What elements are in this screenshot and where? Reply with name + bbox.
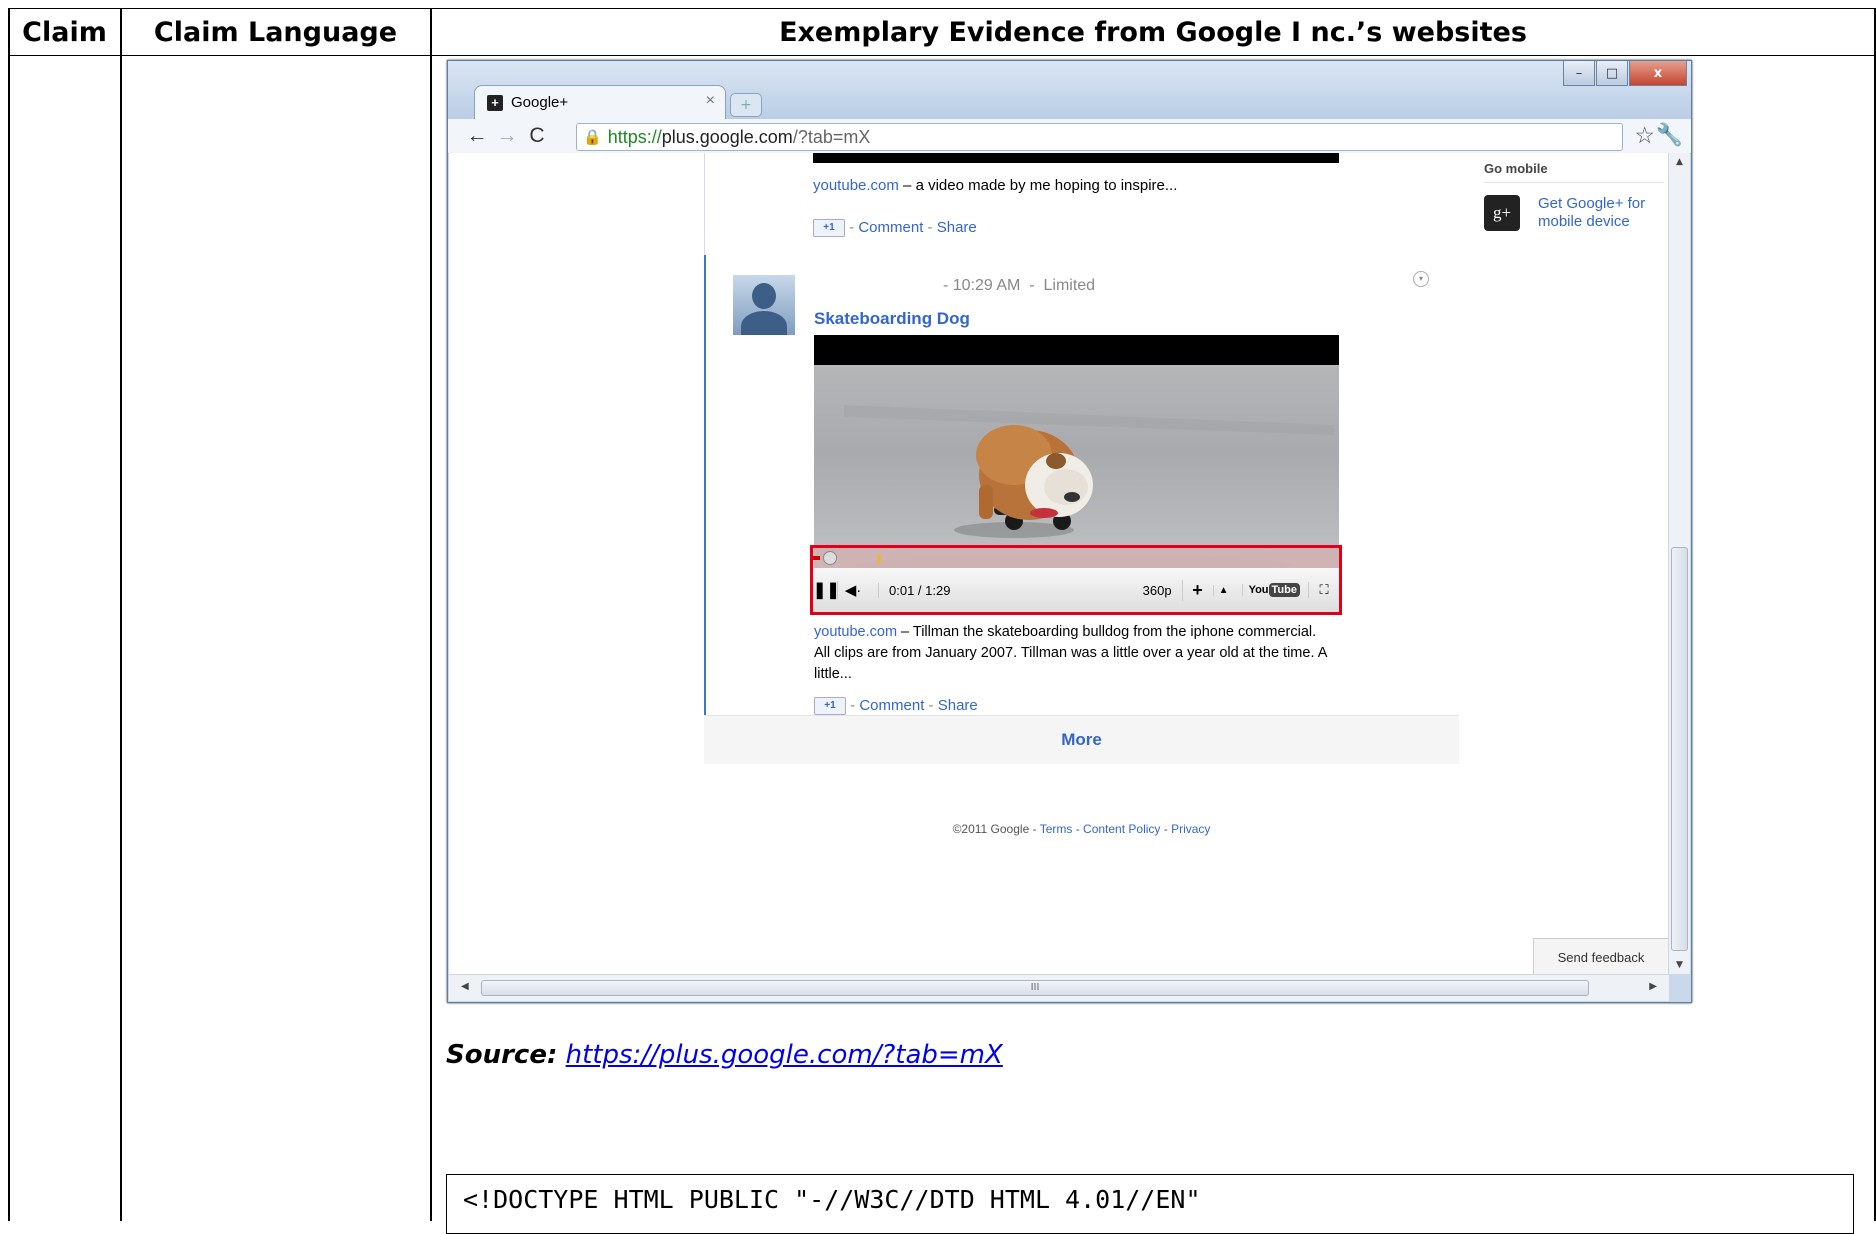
time-display: 0:01 / 1:29 — [878, 582, 950, 598]
post-actions: +1 - Comment - Share — [814, 697, 978, 716]
url-path: /?tab=mX — [792, 126, 871, 147]
post-source-link[interactable]: youtube.com — [814, 624, 897, 640]
minimize-button[interactable]: – — [1563, 61, 1595, 86]
post-comment-link[interactable]: Comment — [859, 697, 924, 714]
more-button[interactable]: More — [704, 715, 1459, 764]
avatar — [733, 275, 795, 335]
post-skateboarding-dog: - 10:29 AM - Limited ▾ Skateboarding Dog — [704, 255, 1461, 716]
previous-post-link[interactable]: youtube.com — [813, 177, 899, 194]
progress-bar[interactable] — [813, 548, 1339, 568]
vertical-scroll-thumb[interactable] — [1671, 547, 1688, 951]
wrench-icon[interactable]: 🔧 — [1656, 122, 1683, 148]
new-tab-button[interactable]: + — [730, 93, 762, 117]
footer-privacy-link[interactable]: Privacy — [1171, 822, 1210, 836]
post-title[interactable]: Skateboarding Dog — [814, 309, 970, 329]
code-block: <!DOCTYPE HTML PUBLIC "-//W3C//DTD HTML … — [446, 1174, 1854, 1234]
maximize-button[interactable]: □ — [1596, 61, 1628, 86]
window-controls: – □ x — [1563, 61, 1687, 86]
previous-post-text: – a video made by me hoping to inspire..… — [898, 177, 1178, 194]
scroll-left-icon[interactable]: ◀ — [461, 981, 469, 992]
tab-close-icon[interactable]: × — [706, 92, 715, 110]
scroll-right-icon[interactable]: ▶ — [1649, 981, 1657, 992]
video-bottom-edge — [813, 153, 1339, 163]
vertical-scrollbar[interactable]: ▲ ▼ — [1668, 153, 1690, 974]
page-footer: ©2011 Google - Terms - Content Policy - … — [952, 822, 1211, 836]
browser-window: + Google+ × + – □ x ← → C 🔒 https://plus… — [447, 60, 1692, 1003]
source-link[interactable]: https://plus.google.com/?tab=mX — [566, 1040, 1003, 1070]
horizontal-scrollbar[interactable]: ◀ III ▶ — [449, 974, 1669, 1001]
share-link[interactable]: Share — [937, 219, 977, 236]
header-cell-evidence: Exemplary Evidence from Google I nc.’s w… — [430, 8, 1876, 56]
previous-post: youtube.com – a video made by me hoping … — [704, 153, 1460, 257]
tab-title: Google+ — [511, 94, 569, 111]
horizontal-scroll-thumb[interactable]: III — [481, 980, 1589, 996]
column-divider-2 — [430, 8, 432, 1221]
footer-content-policy-link[interactable]: Content Policy — [1083, 822, 1160, 836]
lock-icon: 🔒 — [583, 129, 602, 146]
expand-up-icon[interactable]: ▲ — [1212, 584, 1234, 596]
source-label: Source: — [446, 1040, 558, 1070]
previous-post-snippet: youtube.com – a video made by me hoping … — [813, 177, 1177, 194]
fullscreen-icon[interactable]: ⛶ — [1308, 582, 1339, 598]
plusone-button[interactable]: +1 — [813, 219, 845, 238]
close-window-button[interactable]: x — [1629, 61, 1687, 86]
browser-tab[interactable]: + Google+ × — [474, 85, 726, 119]
google-plus-favicon-icon: + — [487, 94, 503, 111]
footer-terms-link[interactable]: Terms — [1040, 822, 1073, 836]
post-share-link[interactable]: Share — [938, 697, 978, 714]
post-description: youtube.com – Tillman the skateboarding … — [814, 622, 1334, 685]
mobile-promo-link[interactable]: Get Google+ for mobile device — [1538, 195, 1664, 231]
video-controls-highlight: ❚❚ ◀· 0:01 / 1:29 360p + ▲ You Tube ⛶ — [810, 545, 1342, 615]
quality-selector[interactable]: 360p — [1143, 583, 1172, 598]
header-cell-claim-language: Claim Language — [120, 8, 431, 56]
sidebar: Go mobile g+ Get Google+ for mobile devi… — [1484, 153, 1664, 231]
send-feedback-button[interactable]: Send feedback — [1533, 938, 1669, 974]
scroll-up-icon[interactable]: ▲ — [1669, 153, 1690, 167]
volume-icon[interactable]: ◀· — [837, 581, 868, 599]
post-plusone-button[interactable]: +1 — [814, 697, 846, 716]
code-line-1: <!DOCTYPE HTML PUBLIC "-//W3C//DTD HTML … — [463, 1185, 1201, 1214]
back-arrow-icon[interactable]: ← — [462, 124, 492, 148]
post-meta: - 10:29 AM - Limited — [943, 277, 1096, 294]
youtube-logo[interactable]: You Tube — [1241, 583, 1300, 597]
reload-icon[interactable]: C — [522, 124, 552, 148]
player-control-bar: ❚❚ ◀· 0:01 / 1:29 360p + ▲ You Tube ⛶ — [813, 568, 1339, 612]
comment-link[interactable]: Comment — [858, 219, 923, 236]
page-viewport: youtube.com – a video made by me hoping … — [449, 153, 1669, 974]
browser-toolbar: ← → C 🔒 https://plus.google.com/?tab=mX … — [448, 119, 1691, 154]
google-plus-icon: g+ — [1484, 195, 1520, 231]
sidebar-heading: Go mobile — [1484, 153, 1664, 183]
address-bar[interactable]: 🔒 https://plus.google.com/?tab=mX — [576, 123, 1623, 151]
column-divider-left — [8, 8, 10, 1221]
video-letterbox — [814, 335, 1339, 365]
url-scheme: https:// — [607, 126, 662, 147]
tab-strip: + Google+ × + – □ x — [448, 61, 1691, 119]
scroll-down-icon[interactable]: ▼ — [1669, 960, 1690, 970]
column-divider-1 — [120, 8, 122, 1221]
column-divider-right — [1874, 8, 1876, 1221]
bookmark-star-icon[interactable]: ☆ — [1634, 122, 1655, 149]
mobile-promo[interactable]: g+ Get Google+ for mobile device — [1484, 195, 1664, 231]
add-icon[interactable]: + — [1181, 579, 1213, 601]
pause-icon[interactable]: ❚❚ — [813, 580, 840, 600]
source-citation: Source: https://plus.google.com/?tab=mX — [446, 1040, 1003, 1070]
forward-arrow-icon[interactable]: → — [492, 124, 522, 148]
post-menu-icon[interactable]: ▾ — [1413, 271, 1429, 287]
url-host: plus.google.com — [661, 126, 793, 147]
header-cell-claim: Claim — [8, 8, 121, 56]
progress-handle[interactable] — [823, 551, 837, 565]
footer-copyright: ©2011 Google - — [952, 822, 1040, 836]
previous-post-actions: +1 - Comment - Share — [813, 219, 977, 238]
